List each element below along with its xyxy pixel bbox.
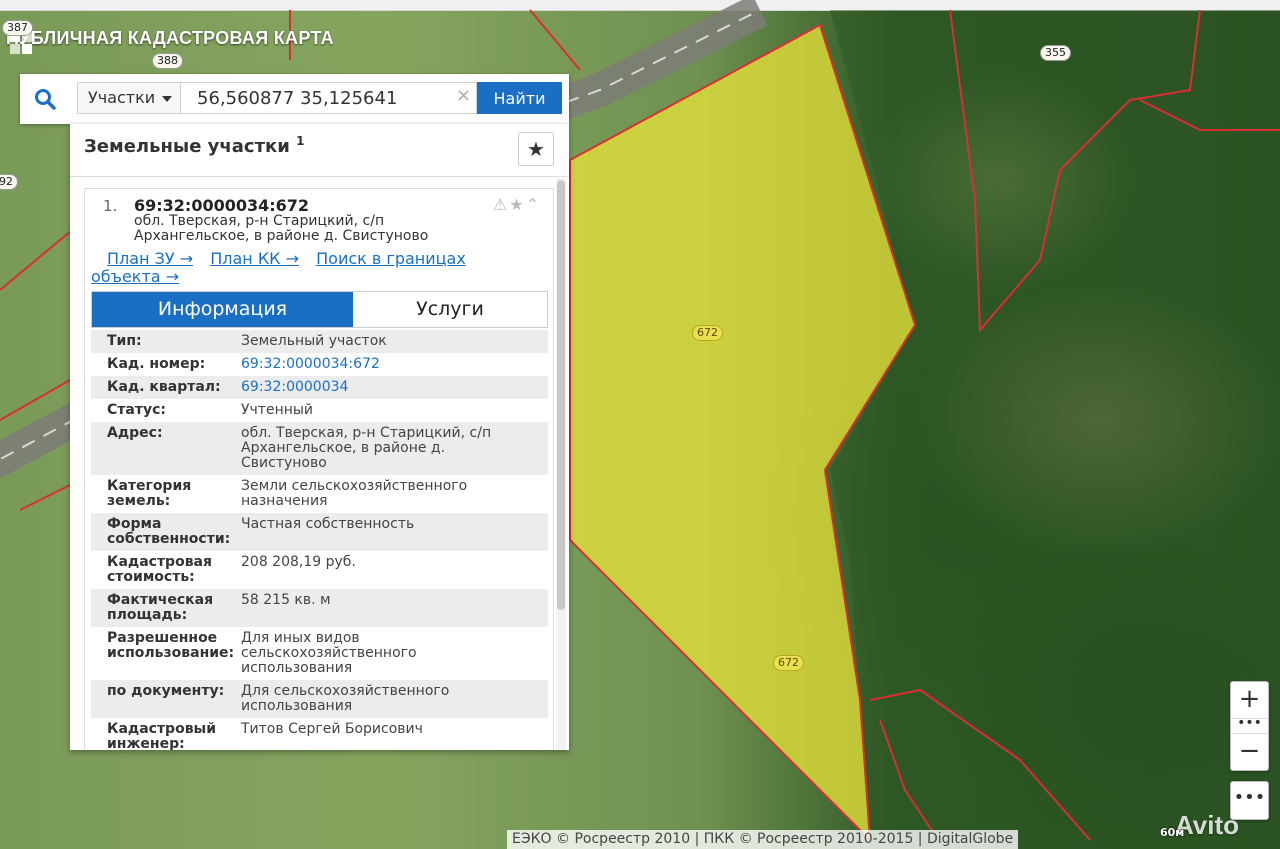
info-row-category: Категория земель: Земли сельскохозяйстве… xyxy=(91,475,548,513)
tab-services[interactable]: Услуги xyxy=(353,292,547,327)
app-title-text: ПУБЛИЧНАЯ КАДАСТРОВАЯ КАРТА xyxy=(6,28,334,48)
parcel-label[interactable]: 388 xyxy=(152,53,183,69)
search-input[interactable] xyxy=(181,82,477,114)
scrollbar-thumb[interactable] xyxy=(557,180,565,610)
app-title: ПУБЛИЧНАЯ КАДАСТРОВАЯ КАРТА xyxy=(6,28,334,54)
field-value: Учтенный xyxy=(241,402,314,418)
field-label: Кадастровый инженер: xyxy=(107,721,217,751)
divider xyxy=(70,176,569,177)
info-row-by-document: по документу: Для сельскохозяйственного … xyxy=(91,680,548,718)
field-value: Частная собственность xyxy=(241,516,415,532)
zoom-out-button[interactable]: − xyxy=(1231,734,1268,770)
info-row-type: Тип: Земельный участок xyxy=(91,330,548,353)
results-count: 1 xyxy=(296,134,305,148)
field-value: Для иных видов сельскохозяйственного исп… xyxy=(241,630,417,676)
info-row-cad-quarter: Кад. квартал: 69:32:0000034 xyxy=(91,376,548,399)
field-label: Тип: xyxy=(107,333,142,349)
result-index: 1. xyxy=(103,197,118,215)
field-value: Земельный участок xyxy=(241,333,387,349)
info-row-ownership: Форма собственности: Частная собственнос… xyxy=(91,513,548,551)
field-label: Фактическая площадь: xyxy=(107,592,214,623)
search-type-select[interactable]: Участки xyxy=(77,82,181,114)
link-plan-kk[interactable]: План КК → xyxy=(210,249,299,268)
clear-icon[interactable]: × xyxy=(456,86,471,106)
field-value: Титов Сергей Борисович xyxy=(241,721,423,737)
field-value: обл. Тверская, р-н Старицкий, с/п Арханг… xyxy=(241,425,492,471)
parcel-label[interactable]: 672 xyxy=(692,325,723,341)
panel-title: Земельные участки 1 xyxy=(84,134,304,157)
field-label: Статус: xyxy=(107,402,166,418)
result-tabs: Информация Услуги xyxy=(91,291,548,328)
field-label: Кад. номер: xyxy=(107,356,206,372)
star-icon[interactable]: ★ xyxy=(509,195,525,214)
zoom-slider-handle[interactable]: ••• xyxy=(1231,716,1268,734)
field-label: Категория земель: xyxy=(107,478,192,509)
field-label: по документу: xyxy=(107,683,225,699)
panel-title-text: Земельные участки xyxy=(84,136,290,157)
search-icon[interactable] xyxy=(33,87,57,111)
field-value: 208 208,19 руб. xyxy=(241,554,356,570)
chevron-up-icon[interactable]: ⌃ xyxy=(526,195,541,214)
link-plan-zu[interactable]: План ЗУ → xyxy=(107,249,193,268)
zoom-in-button[interactable]: + xyxy=(1231,682,1268,718)
find-button[interactable]: Найти xyxy=(477,82,562,114)
chevron-down-icon xyxy=(162,96,172,102)
result-links: План ЗУ → План КК → Поиск в границах объ… xyxy=(91,250,531,286)
info-row-permitted-use: Разрешенное использование: Для иных видо… xyxy=(91,627,548,680)
info-row-area: Фактическая площадь: 58 215 кв. м xyxy=(91,589,548,627)
results-panel: Земельные участки 1 ★ 1. 69:32:0000034:6… xyxy=(70,124,569,750)
field-label: Адрес: xyxy=(107,425,163,441)
field-value: Для сельскохозяйственного использования xyxy=(241,683,450,714)
parcel-label[interactable]: 355 xyxy=(1040,45,1071,61)
field-value-link[interactable]: 69:32:0000034:672 xyxy=(241,357,531,372)
zoom-control: + ••• − xyxy=(1230,681,1269,771)
search-bar: Участки × Найти xyxy=(20,74,569,124)
info-row-status: Статус: Учтенный xyxy=(91,399,548,422)
parcel-label[interactable]: 387 xyxy=(2,20,33,36)
tab-information[interactable]: Информация xyxy=(92,292,353,327)
field-label: Кад. квартал: xyxy=(107,379,221,395)
field-label: Кадастровая стоимость: xyxy=(107,554,212,585)
field-label: Разрешенное использование: xyxy=(107,630,235,661)
info-row-cad-number: Кад. номер: 69:32:0000034:672 xyxy=(91,353,548,376)
info-row-engineer: Кадастровый инженер: Титов Сергей Борисо… xyxy=(91,718,548,751)
warning-icon[interactable]: ⚠ xyxy=(493,195,509,214)
map-scale: 60м xyxy=(1160,826,1185,839)
parcel-label[interactable]: 672 xyxy=(773,655,804,671)
search-type-value: Участки xyxy=(88,88,156,107)
field-label: Форма собственности: xyxy=(107,516,231,547)
result-address: обл. Тверская, р-н Старицкий, с/п Арханг… xyxy=(134,213,429,244)
info-row-address: Адрес: обл. Тверская, р-н Старицкий, с/п… xyxy=(91,422,548,475)
map-attribution: ЕЭКО © Росреестр 2010 | ПКК © Росреестр … xyxy=(507,830,1019,849)
favorites-button[interactable]: ★ xyxy=(518,132,554,166)
field-value: Земли сельскохозяйственного назначения xyxy=(241,478,468,509)
info-row-cost: Кадастровая стоимость: 208 208,19 руб. xyxy=(91,551,548,589)
result-card: 1. 69:32:0000034:672 обл. Тверская, р-н … xyxy=(84,188,554,750)
info-table: Тип: Земельный участок Кад. номер: 69:32… xyxy=(91,330,548,750)
star-icon: ★ xyxy=(527,137,545,161)
card-actions: ⚠★⌃ xyxy=(493,195,541,214)
parcel-label[interactable]: 92 xyxy=(0,174,18,190)
avito-watermark: Avito xyxy=(1175,810,1240,840)
field-value-link[interactable]: 69:32:0000034 xyxy=(241,380,531,395)
field-value: 58 215 кв. м xyxy=(241,592,331,608)
